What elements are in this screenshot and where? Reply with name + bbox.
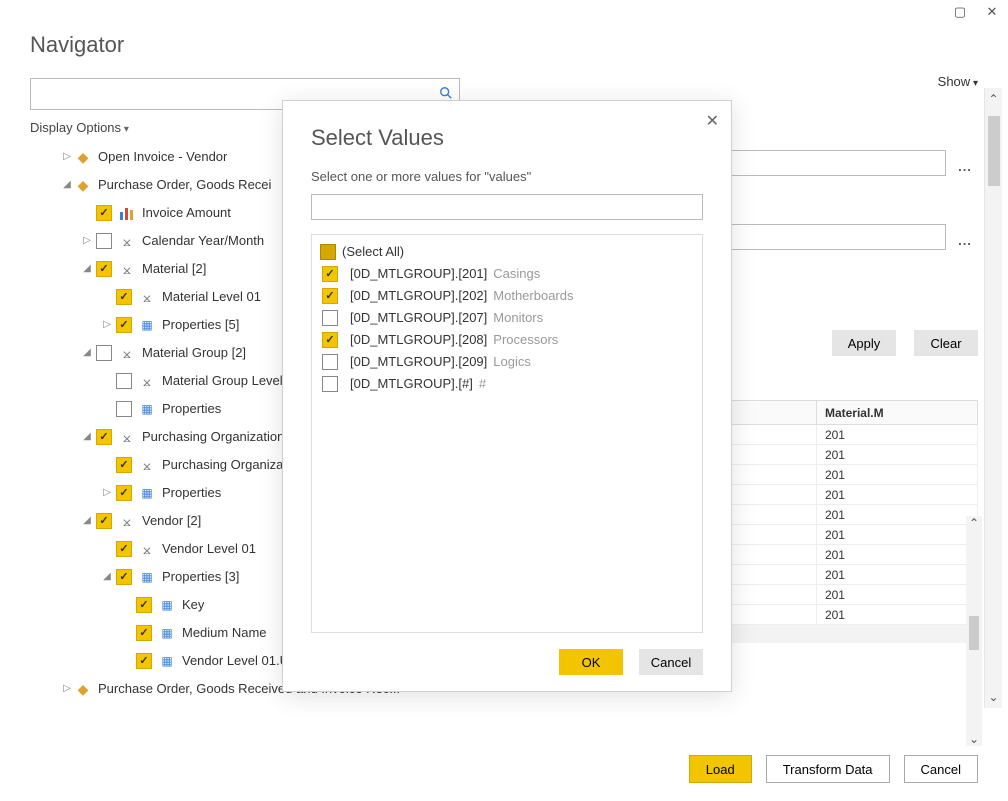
expander-icon[interactable]: ◢ — [80, 339, 94, 367]
expander-icon[interactable]: ▷ — [60, 675, 74, 703]
scroll-up-icon[interactable]: ⌃ — [969, 516, 979, 530]
transform-data-button[interactable]: Transform Data — [766, 755, 890, 783]
hierarchy-icon: ⨲ — [138, 289, 156, 305]
checkbox[interactable]: ✓ — [136, 653, 152, 669]
value-row[interactable]: ✓[0D_MTLGROUP].[201]Casings — [320, 263, 694, 285]
checkbox[interactable]: ✓ — [116, 541, 132, 557]
scroll-down-icon[interactable]: ⌄ — [969, 732, 979, 746]
hierarchy-icon: ⨲ — [118, 429, 136, 445]
maximize-icon[interactable]: ▢ — [952, 4, 968, 20]
hierarchy-icon: ⨲ — [138, 457, 156, 473]
scroll-thumb[interactable] — [988, 116, 1000, 186]
checkbox[interactable] — [322, 354, 338, 370]
value-row[interactable]: [0D_MTLGROUP].[207]Monitors — [320, 307, 694, 329]
scroll-thumb[interactable] — [969, 616, 979, 650]
checkbox[interactable]: ✓ — [96, 205, 112, 221]
checkbox[interactable] — [116, 373, 132, 389]
table-icon: ▦ — [158, 597, 176, 613]
table-icon: ▦ — [138, 569, 156, 585]
hierarchy-icon: ⨲ — [118, 345, 136, 361]
checkbox[interactable]: ✓ — [322, 288, 338, 304]
checkbox[interactable]: ✓ — [116, 485, 132, 501]
expander-icon[interactable]: ◢ — [100, 563, 114, 591]
table-icon: ▦ — [138, 401, 156, 417]
table-icon: ▦ — [138, 317, 156, 333]
checkbox[interactable] — [116, 401, 132, 417]
checkbox[interactable]: ✓ — [96, 261, 112, 277]
ellipsis-button[interactable]: ... — [952, 152, 978, 174]
checkbox[interactable]: ✓ — [96, 429, 112, 445]
close-icon[interactable]: ✕ — [984, 4, 1000, 20]
clear-button[interactable]: Clear — [914, 330, 978, 356]
checkbox[interactable]: ✓ — [322, 266, 338, 282]
apply-button[interactable]: Apply — [832, 330, 896, 356]
checkbox[interactable] — [322, 376, 338, 392]
scroll-up-icon[interactable]: ⌃ — [988, 92, 998, 106]
expander-icon[interactable]: ◢ — [60, 171, 74, 199]
expander-icon[interactable]: ◢ — [80, 507, 94, 535]
ellipsis-button[interactable]: ... — [952, 226, 978, 248]
hierarchy-icon: ⨲ — [138, 541, 156, 557]
expander-icon[interactable]: ▷ — [60, 143, 74, 171]
select-all-row[interactable]: (Select All) — [320, 241, 694, 263]
col-header[interactable]: Material.M — [816, 401, 977, 425]
load-button[interactable]: Load — [689, 755, 752, 783]
cube-icon: ◆ — [74, 177, 92, 193]
value-row[interactable]: [0D_MTLGROUP].[209]Logics — [320, 351, 694, 373]
footer-buttons: Load Transform Data Cancel — [689, 755, 978, 783]
checkbox[interactable]: ✓ — [136, 625, 152, 641]
expander-icon[interactable]: ▷ — [80, 227, 94, 255]
checkbox[interactable]: ✓ — [96, 513, 112, 529]
table-icon: ▦ — [158, 653, 176, 669]
table-icon: ▦ — [158, 625, 176, 641]
cancel-button[interactable]: Cancel — [904, 755, 978, 783]
checkbox[interactable]: ✓ — [116, 289, 132, 305]
ok-button[interactable]: OK — [559, 649, 623, 675]
filter-input-wrapper[interactable] — [311, 194, 703, 220]
checkbox[interactable] — [96, 233, 112, 249]
page-title: Navigator — [30, 32, 1008, 58]
checkbox-indeterminate[interactable] — [320, 244, 336, 260]
hierarchy-icon: ⨲ — [138, 373, 156, 389]
value-row[interactable]: [0D_MTLGROUP].[#]# — [320, 373, 694, 395]
bar-chart-icon — [118, 205, 136, 221]
expander-icon[interactable]: ▷ — [100, 311, 114, 339]
scroll-down-icon[interactable]: ⌄ — [988, 690, 998, 704]
checkbox[interactable]: ✓ — [322, 332, 338, 348]
select-values-dialog: ✕ Select Values Select one or more value… — [282, 100, 732, 692]
preview-vertical-scrollbar[interactable]: ⌃⌄ — [966, 516, 982, 746]
dialog-title: Select Values — [311, 125, 703, 151]
value-row[interactable]: ✓[0D_MTLGROUP].[208]Processors — [320, 329, 694, 351]
table-icon: ▦ — [138, 485, 156, 501]
close-icon[interactable]: ✕ — [706, 111, 719, 131]
modal-cancel-button[interactable]: Cancel — [639, 649, 703, 675]
expander-icon[interactable]: ▷ — [100, 479, 114, 507]
values-list: (Select All) ✓[0D_MTLGROUP].[201]Casings… — [311, 234, 703, 633]
hierarchy-icon: ⨲ — [118, 261, 136, 277]
show-dropdown[interactable]: Show — [938, 74, 978, 89]
checkbox[interactable]: ✓ — [116, 569, 132, 585]
hierarchy-icon: ⨲ — [118, 513, 136, 529]
checkbox[interactable]: ✓ — [116, 457, 132, 473]
checkbox[interactable]: ✓ — [116, 317, 132, 333]
checkbox[interactable] — [322, 310, 338, 326]
cube-icon: ◆ — [74, 149, 92, 165]
hierarchy-icon: ⨲ — [118, 233, 136, 249]
expander-icon[interactable]: ◢ — [80, 423, 94, 451]
value-row[interactable]: ✓[0D_MTLGROUP].[202]Motherboards — [320, 285, 694, 307]
cube-icon: ◆ — [74, 681, 92, 697]
vertical-scrollbar[interactable]: ⌃ ⌄ — [984, 88, 1002, 708]
checkbox[interactable] — [96, 345, 112, 361]
expander-icon[interactable]: ◢ — [80, 255, 94, 283]
filter-input[interactable] — [318, 197, 696, 217]
dialog-hint: Select one or more values for "values" — [311, 169, 703, 184]
checkbox[interactable]: ✓ — [136, 597, 152, 613]
